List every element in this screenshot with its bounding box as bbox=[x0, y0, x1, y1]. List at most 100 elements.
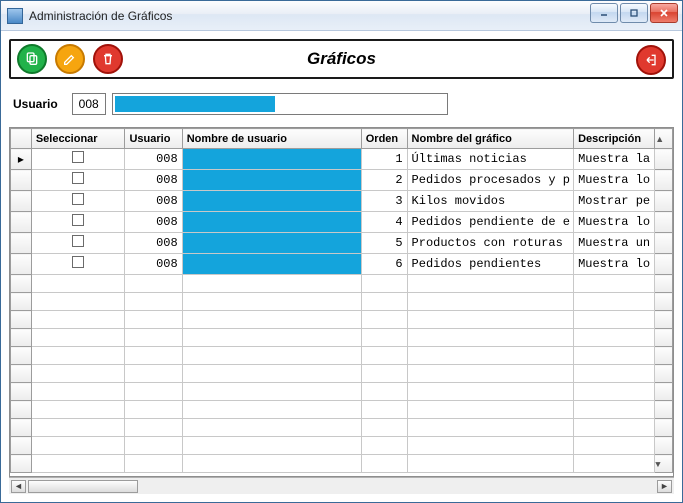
scroll-left-button[interactable]: ◄ bbox=[11, 480, 26, 493]
cell-nombre-usuario[interactable] bbox=[182, 233, 361, 254]
cell-nombre-usuario[interactable] bbox=[182, 212, 361, 233]
row-header[interactable] bbox=[11, 170, 32, 191]
row-header[interactable] bbox=[11, 419, 32, 437]
minimize-button[interactable] bbox=[590, 3, 618, 23]
scrollbar-cell[interactable] bbox=[655, 311, 673, 329]
scrollbar-cell[interactable] bbox=[655, 419, 673, 437]
row-header[interactable]: ▸ bbox=[11, 149, 32, 170]
cell-seleccionar[interactable] bbox=[31, 170, 125, 191]
scrollbar-cell[interactable] bbox=[655, 383, 673, 401]
row-header[interactable] bbox=[11, 401, 32, 419]
cell-seleccionar[interactable] bbox=[31, 254, 125, 275]
cell-seleccionar[interactable] bbox=[31, 233, 125, 254]
table-row[interactable]: 008 4 Pedidos pendiente de e Muestra lo bbox=[11, 212, 673, 233]
cell-descripcion[interactable]: Muestra lo bbox=[574, 170, 655, 191]
table-row[interactable]: ▼ bbox=[11, 455, 673, 473]
scrollbar-cell[interactable] bbox=[655, 437, 673, 455]
row-header[interactable] bbox=[11, 365, 32, 383]
horizontal-scrollbar[interactable]: ◄ ► bbox=[9, 477, 674, 494]
row-header[interactable] bbox=[11, 347, 32, 365]
table-row[interactable] bbox=[11, 365, 673, 383]
scrollbar-cell[interactable] bbox=[655, 149, 673, 170]
scrollbar-cell[interactable]: ▼ bbox=[655, 455, 673, 473]
exit-button[interactable] bbox=[636, 45, 666, 75]
cell-usuario[interactable]: 008 bbox=[125, 233, 182, 254]
scrollbar-cell[interactable] bbox=[655, 275, 673, 293]
row-header[interactable] bbox=[11, 233, 32, 254]
table-row[interactable] bbox=[11, 311, 673, 329]
user-code-input[interactable] bbox=[72, 93, 106, 115]
scrollbar-cell[interactable] bbox=[655, 254, 673, 275]
cell-nombre-grafico[interactable]: Pedidos pendientes bbox=[407, 254, 574, 275]
cell-usuario[interactable]: 008 bbox=[125, 170, 182, 191]
cell-nombre-grafico[interactable]: Productos con roturas bbox=[407, 233, 574, 254]
col-usuario[interactable]: Usuario bbox=[125, 129, 182, 149]
scrollbar-cell[interactable] bbox=[655, 347, 673, 365]
table-row[interactable] bbox=[11, 275, 673, 293]
checkbox[interactable] bbox=[72, 151, 84, 163]
row-header[interactable] bbox=[11, 455, 32, 473]
cell-seleccionar[interactable] bbox=[31, 191, 125, 212]
scroll-track[interactable] bbox=[28, 480, 655, 493]
scrollbar-cell[interactable] bbox=[655, 233, 673, 254]
table-row[interactable]: 008 5 Productos con roturas Muestra un bbox=[11, 233, 673, 254]
cell-nombre-grafico[interactable]: Últimas noticias bbox=[407, 149, 574, 170]
checkbox[interactable] bbox=[72, 235, 84, 247]
cell-descripcion[interactable]: Muestra la bbox=[574, 149, 655, 170]
scroll-right-button[interactable]: ► bbox=[657, 480, 672, 493]
cell-orden[interactable]: 4 bbox=[361, 212, 407, 233]
table-row[interactable] bbox=[11, 347, 673, 365]
copy-button[interactable] bbox=[17, 44, 47, 74]
cell-seleccionar[interactable] bbox=[31, 149, 125, 170]
cell-orden[interactable]: 5 bbox=[361, 233, 407, 254]
cell-orden[interactable]: 2 bbox=[361, 170, 407, 191]
scrollbar-cell[interactable] bbox=[655, 191, 673, 212]
cell-nombre-usuario[interactable] bbox=[182, 149, 361, 170]
cell-nombre-grafico[interactable]: Pedidos procesados y p bbox=[407, 170, 574, 191]
cell-usuario[interactable]: 008 bbox=[125, 149, 182, 170]
cell-nombre-grafico[interactable]: Pedidos pendiente de e bbox=[407, 212, 574, 233]
row-header[interactable] bbox=[11, 293, 32, 311]
table-row[interactable] bbox=[11, 437, 673, 455]
table-row[interactable] bbox=[11, 329, 673, 347]
cell-descripcion[interactable]: Muestra lo bbox=[574, 254, 655, 275]
cell-orden[interactable]: 1 bbox=[361, 149, 407, 170]
table-row[interactable] bbox=[11, 401, 673, 419]
cell-orden[interactable]: 6 bbox=[361, 254, 407, 275]
cell-nombre-usuario[interactable] bbox=[182, 254, 361, 275]
row-header[interactable] bbox=[11, 383, 32, 401]
table-row[interactable] bbox=[11, 419, 673, 437]
scrollbar-cell[interactable] bbox=[655, 212, 673, 233]
scrollbar-cell[interactable] bbox=[655, 401, 673, 419]
cell-usuario[interactable]: 008 bbox=[125, 254, 182, 275]
scrollbar-cell[interactable] bbox=[655, 170, 673, 191]
delete-button[interactable] bbox=[93, 44, 123, 74]
cell-descripcion[interactable]: Muestra lo bbox=[574, 212, 655, 233]
col-nombre-grafico[interactable]: Nombre del gráfico bbox=[407, 129, 574, 149]
checkbox[interactable] bbox=[72, 172, 84, 184]
cell-nombre-usuario[interactable] bbox=[182, 170, 361, 191]
row-header[interactable] bbox=[11, 275, 32, 293]
close-button[interactable] bbox=[650, 3, 678, 23]
titlebar[interactable]: Administración de Gráficos bbox=[1, 1, 682, 31]
user-name-input[interactable] bbox=[112, 93, 448, 115]
cell-nombre-usuario[interactable] bbox=[182, 191, 361, 212]
table-row[interactable]: 008 6 Pedidos pendientes Muestra lo bbox=[11, 254, 673, 275]
scroll-up[interactable]: ▲ bbox=[655, 129, 673, 149]
col-nombre-usuario[interactable]: Nombre de usuario bbox=[182, 129, 361, 149]
data-grid[interactable]: Seleccionar Usuario Nombre de usuario Or… bbox=[9, 127, 674, 477]
checkbox[interactable] bbox=[72, 256, 84, 268]
row-header[interactable] bbox=[11, 191, 32, 212]
table-row[interactable] bbox=[11, 293, 673, 311]
cell-seleccionar[interactable] bbox=[31, 212, 125, 233]
table-row[interactable] bbox=[11, 383, 673, 401]
scrollbar-cell[interactable] bbox=[655, 293, 673, 311]
scroll-thumb[interactable] bbox=[28, 480, 138, 493]
checkbox[interactable] bbox=[72, 214, 84, 226]
row-header[interactable] bbox=[11, 212, 32, 233]
row-header[interactable] bbox=[11, 311, 32, 329]
col-seleccionar[interactable]: Seleccionar bbox=[31, 129, 125, 149]
cell-nombre-grafico[interactable]: Kilos movidos bbox=[407, 191, 574, 212]
checkbox[interactable] bbox=[72, 193, 84, 205]
row-header[interactable] bbox=[11, 254, 32, 275]
